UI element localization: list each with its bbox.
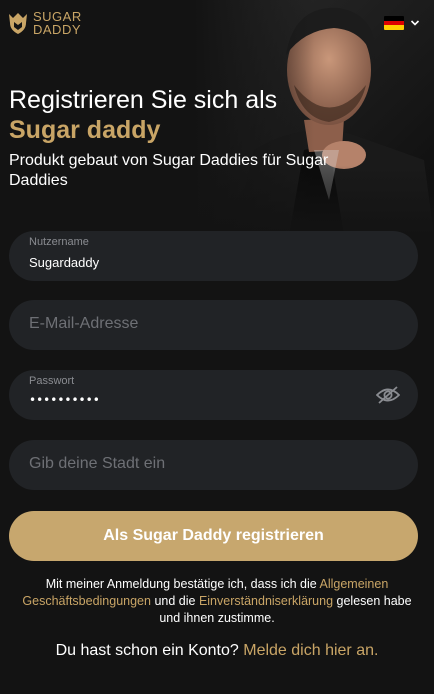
registration-page: SUGAR DADDY Registrieren Sie sich als Su… [0, 0, 434, 694]
eye-slash-icon[interactable] [376, 385, 400, 405]
username-field[interactable]: Nutzername [9, 231, 418, 281]
consent-link[interactable]: Einverständniserklärung [199, 594, 333, 608]
username-label: Nutzername [29, 236, 89, 248]
city-field[interactable] [9, 440, 418, 490]
email-field[interactable] [9, 300, 418, 350]
germany-flag-icon [384, 16, 404, 30]
login-prompt-text: Du hast schon ein Konto? [55, 642, 244, 659]
register-button[interactable]: Als Sugar Daddy registrieren [9, 511, 418, 561]
legal-notice: Mit meiner Anmeldung bestätige ich, dass… [12, 576, 422, 627]
password-field[interactable]: Passwort •••••••••• [9, 370, 418, 420]
crown-shield-icon [9, 13, 27, 34]
language-selector[interactable] [384, 16, 420, 30]
page-title: Registrieren Sie sich als [9, 86, 278, 114]
brand-logo[interactable]: SUGAR DADDY [8, 10, 82, 36]
chevron-down-icon [410, 20, 420, 26]
login-prompt: Du hast schon ein Konto? Melde dich hier… [0, 642, 434, 660]
password-label: Passwort [29, 375, 75, 387]
page-subtitle: Produkt gebaut von Sugar Daddies für Sug… [9, 152, 329, 189]
logo-line-2: DADDY [33, 22, 82, 37]
email-input[interactable] [29, 315, 389, 333]
legal-text-before: Mit meiner Anmeldung bestätige ich, dass… [45, 577, 320, 591]
page-title-accent: Sugar daddy [9, 116, 161, 144]
hero-photo [194, 0, 434, 235]
logo-wordmark: SUGAR DADDY [33, 10, 82, 36]
city-input[interactable] [29, 455, 389, 473]
legal-text-middle: und die [150, 594, 199, 608]
password-input[interactable]: •••••••••• [29, 393, 100, 407]
username-input[interactable] [29, 255, 349, 270]
login-link[interactable]: Melde dich hier an. [243, 642, 378, 659]
